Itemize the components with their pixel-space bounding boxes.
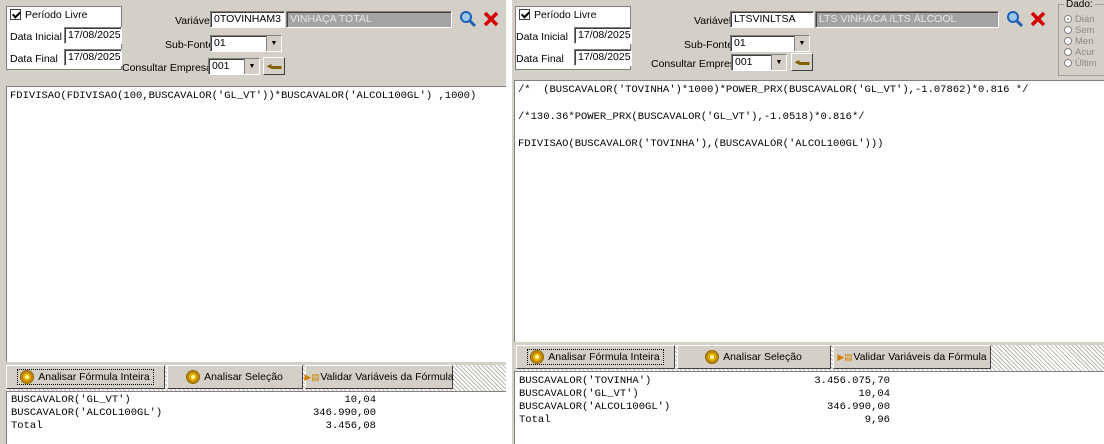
dado-option[interactable]: Acur bbox=[1064, 47, 1095, 58]
data-inicial-input[interactable]: 17/08/2025 bbox=[574, 27, 632, 44]
formula-line: FDIVISAO(FDIVISAO(100,BUSCAVALOR('GL_VT'… bbox=[10, 90, 477, 102]
dado-option[interactable]: Sem bbox=[1064, 25, 1095, 36]
lookup-button[interactable]: ◂▬ bbox=[791, 53, 813, 71]
result-value: 9,96 bbox=[864, 414, 890, 426]
result-value: 346.990,00 bbox=[312, 407, 376, 419]
radio-icon bbox=[1064, 48, 1072, 56]
radio-icon bbox=[1064, 37, 1072, 45]
checkbox-checked-icon bbox=[10, 9, 21, 20]
dado-option[interactable]: Men bbox=[1064, 36, 1093, 47]
subfonte-select[interactable]: 01 ▼ bbox=[210, 35, 282, 52]
data-final-label: Data Final bbox=[516, 53, 564, 65]
result-value: 10,04 bbox=[858, 388, 890, 400]
lookup-icon: ◂▬ bbox=[794, 56, 810, 68]
result-label: Total bbox=[519, 414, 551, 426]
dado-option[interactable]: Diári bbox=[1064, 14, 1095, 25]
subfonte-label: Sub-Fonte bbox=[165, 39, 215, 51]
results-list: BUSCAVALOR('GL_VT') 10,04 BUSCAVALOR('AL… bbox=[6, 391, 506, 444]
result-value: 3.456,08 bbox=[325, 420, 376, 432]
subfonte-value: 01 bbox=[734, 37, 746, 49]
result-value: 10,04 bbox=[344, 394, 376, 406]
subfonte-label: Sub-Fonte bbox=[684, 39, 734, 51]
gear-icon bbox=[706, 351, 719, 363]
result-label: Total bbox=[11, 420, 43, 432]
result-value: 3.456.075,70 bbox=[814, 375, 890, 387]
formula-editor[interactable]: /* (BUSCAVALOR('TOVINHA')*1000)*POWER_PR… bbox=[514, 80, 1104, 342]
radio-icon bbox=[1064, 26, 1072, 34]
empresa-label: Consultar Empresa bbox=[651, 58, 741, 70]
formula-panel-right: Período Livre Data Inicial 17/08/2025 Da… bbox=[512, 0, 1104, 444]
gear-icon bbox=[531, 351, 544, 363]
empresa-value: 001 bbox=[735, 56, 753, 68]
formula-line: FDIVISAO(BUSCAVALOR('TOVINHA'),(BUSCAVAL… bbox=[518, 138, 884, 150]
tab-validar-variaveis[interactable]: ▶▤ Validar Variáveis da Fórmula bbox=[833, 345, 991, 369]
tab-analisar-selecao[interactable]: Analisar Seleção bbox=[677, 345, 831, 369]
formula-line: /*130.36*POWER_PRX(BUSCAVALOR('GL_VT'),-… bbox=[518, 111, 865, 123]
variavel-description: LTS VINHACA /LTS ÁLCOOL bbox=[815, 11, 999, 28]
tab-analisar-selecao[interactable]: Analisar Seleção bbox=[167, 365, 303, 389]
data-inicial-label: Data Inicial bbox=[10, 31, 62, 43]
gear-icon bbox=[187, 371, 200, 383]
validate-icon: ▶▤ bbox=[837, 352, 853, 362]
variavel-input[interactable]: LTSVINLTSA bbox=[730, 11, 814, 28]
gear-icon bbox=[21, 371, 34, 383]
tab-analisar-formula[interactable]: Analisar Fórmula Inteira bbox=[516, 345, 675, 369]
data-inicial-label: Data Inicial bbox=[516, 31, 568, 43]
data-inicial-input[interactable]: 17/08/2025 bbox=[64, 27, 122, 44]
empresa-select[interactable]: 001 ▼ bbox=[208, 58, 260, 75]
empresa-select[interactable]: 001 ▼ bbox=[731, 54, 787, 71]
formula-line: /* (BUSCAVALOR('TOVINHA')*1000)*POWER_PR… bbox=[518, 84, 1029, 96]
subfonte-select[interactable]: 01 ▼ bbox=[730, 35, 810, 52]
result-label: BUSCAVALOR('ALCOL100GL') bbox=[519, 401, 671, 413]
chevron-down-icon[interactable]: ▼ bbox=[266, 36, 281, 51]
result-label: BUSCAVALOR('GL_VT') bbox=[11, 394, 131, 406]
close-x-icon[interactable] bbox=[1028, 9, 1048, 29]
result-label: BUSCAVALOR('TOVINHA') bbox=[519, 375, 652, 387]
chevron-down-icon[interactable]: ▼ bbox=[794, 36, 809, 51]
tab-validar-variaveis[interactable]: ▶▤ Validar Variáveis da Fórmula bbox=[304, 365, 454, 389]
variavel-input[interactable]: 0TOVINHAM3 bbox=[210, 11, 285, 28]
empresa-label: Consultar Empresa bbox=[122, 62, 212, 74]
data-final-label: Data Final bbox=[10, 53, 58, 65]
periodo-livre-checkbox[interactable]: Período Livre bbox=[519, 9, 596, 21]
chevron-down-icon[interactable]: ▼ bbox=[771, 55, 786, 70]
dado-option[interactable]: Últim bbox=[1064, 58, 1097, 69]
result-label: BUSCAVALOR('GL_VT') bbox=[519, 388, 639, 400]
tab-analisar-formula[interactable]: Analisar Fórmula Inteira bbox=[6, 365, 165, 389]
formula-editor[interactable]: FDIVISAO(FDIVISAO(100,BUSCAVALOR('GL_VT'… bbox=[6, 86, 506, 362]
data-final-input[interactable]: 17/08/2025 bbox=[574, 49, 632, 66]
analysis-tabbar: Analisar Fórmula Inteira Analisar Seleçã… bbox=[516, 345, 1104, 371]
radio-icon bbox=[1064, 59, 1072, 67]
variavel-label: Variável bbox=[175, 15, 213, 27]
variavel-label: Variável bbox=[694, 15, 732, 27]
radio-selected-icon bbox=[1064, 15, 1072, 23]
formula-panel-left: Período Livre Data Inicial 17/08/2025 Da… bbox=[0, 0, 506, 444]
dado-label: Dado: bbox=[1064, 0, 1095, 10]
checkbox-checked-icon bbox=[519, 9, 530, 20]
empresa-value: 001 bbox=[212, 60, 230, 72]
subfonte-value: 01 bbox=[214, 37, 226, 49]
data-final-input[interactable]: 17/08/2025 bbox=[64, 49, 122, 66]
result-value: 346.990,00 bbox=[826, 401, 890, 413]
lookup-button[interactable]: ◂▬ bbox=[263, 57, 285, 75]
result-label: BUSCAVALOR('ALCOL100GL') bbox=[11, 407, 163, 419]
results-list: BUSCAVALOR('TOVINHA') 3.456.075,70 BUSCA… bbox=[514, 371, 1104, 444]
magnifier-icon[interactable] bbox=[458, 9, 478, 29]
lookup-icon: ◂▬ bbox=[266, 60, 282, 72]
magnifier-icon[interactable] bbox=[1005, 9, 1025, 29]
validate-icon: ▶▤ bbox=[304, 372, 320, 382]
chevron-down-icon[interactable]: ▼ bbox=[244, 59, 259, 74]
variavel-description: VINHAÇA TOTAL bbox=[286, 11, 452, 28]
analysis-tabbar: Analisar Fórmula Inteira Analisar Seleçã… bbox=[6, 365, 506, 391]
close-x-icon[interactable] bbox=[481, 9, 501, 29]
periodo-livre-checkbox[interactable]: Período Livre bbox=[10, 9, 87, 21]
